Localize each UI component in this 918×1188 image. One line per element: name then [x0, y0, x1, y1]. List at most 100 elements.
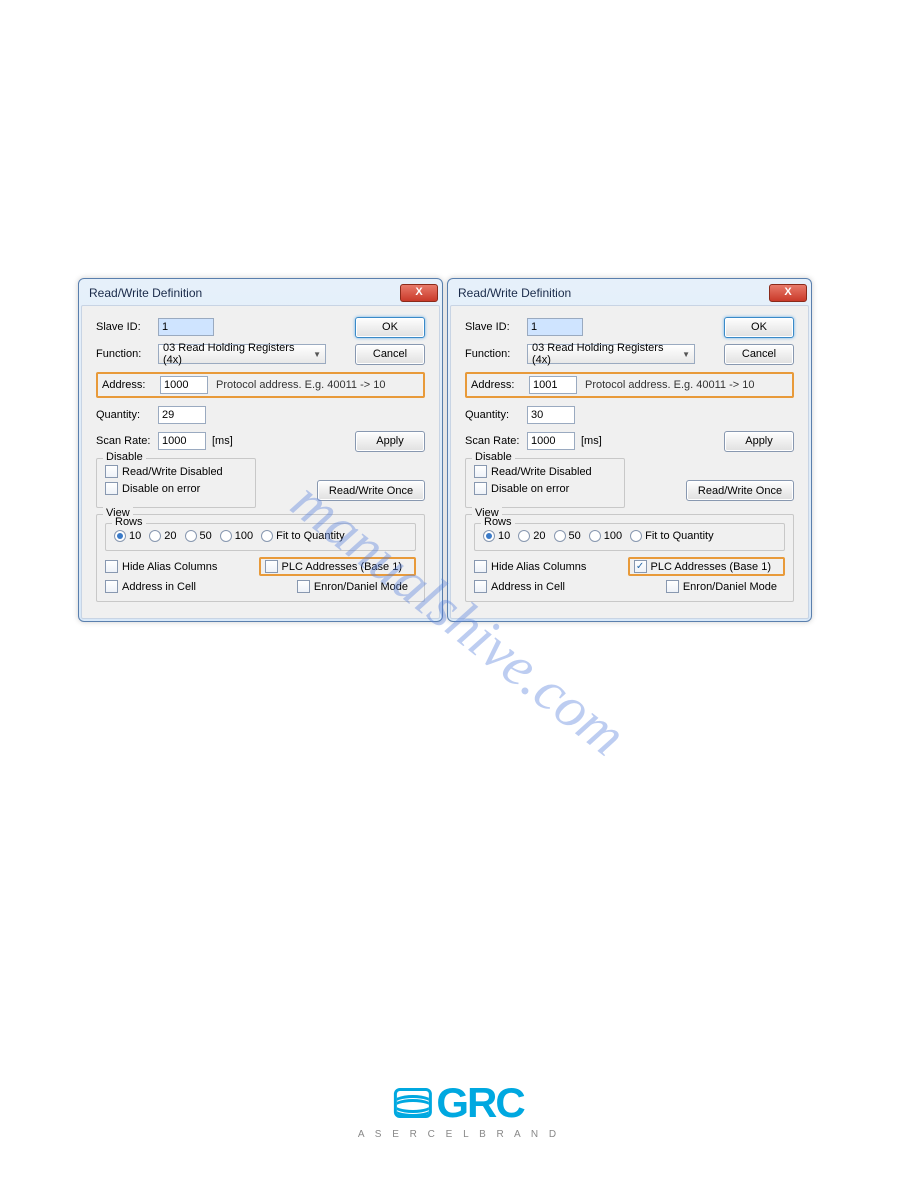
- scan-rate-input[interactable]: [527, 432, 575, 450]
- titlebar: Read/Write DefinitionX: [81, 281, 440, 305]
- checkbox-icon: [297, 580, 310, 593]
- rows-radio-100[interactable]: 100: [589, 530, 622, 542]
- quantity-label: Quantity:: [96, 409, 158, 421]
- disable-on-error-checkbox[interactable]: Disable on error: [105, 482, 239, 495]
- apply-button[interactable]: Apply: [724, 431, 794, 452]
- radio-icon: [483, 530, 495, 542]
- address-hint: Protocol address. E.g. 40011 -> 10: [216, 379, 386, 391]
- checkbox-label: Disable on error: [122, 483, 200, 495]
- address-input[interactable]: [160, 376, 208, 394]
- view-group: ViewRows102050100Fit to QuantityHide Ali…: [96, 514, 425, 602]
- radio-icon: [185, 530, 197, 542]
- enron-daniel-checkbox[interactable]: Enron/Daniel Mode: [666, 580, 777, 593]
- read-write-once-button[interactable]: Read/Write Once: [317, 480, 425, 501]
- checkbox-label: Read/Write Disabled: [491, 466, 592, 478]
- address-highlight: Address: Protocol address. E.g. 40011 -> …: [96, 372, 425, 398]
- dialog-read-write-definition: Read/Write DefinitionX Slave ID: OK Functio…: [78, 278, 443, 622]
- scan-rate-unit: [ms]: [212, 435, 233, 447]
- radio-label: 10: [498, 530, 510, 542]
- slave-id-input[interactable]: [158, 318, 214, 336]
- titlebar: Read/Write Definition X: [450, 281, 809, 305]
- scan-rate-label: Scan Rate:: [96, 435, 158, 447]
- read-write-disabled-checkbox[interactable]: Read/Write Disabled: [105, 465, 239, 478]
- rows-radio-10[interactable]: 10: [114, 530, 141, 542]
- plc-highlight: PLC Addresses (Base 1): [259, 557, 416, 576]
- rows-radio-20[interactable]: 20: [518, 530, 545, 542]
- address-in-cell-checkbox[interactable]: Address in Cell: [474, 580, 565, 593]
- disable-on-error-checkbox[interactable]: Disable on error: [474, 482, 608, 495]
- address-in-cell-checkbox[interactable]: Address in Cell: [105, 580, 196, 593]
- cancel-button[interactable]: Cancel: [355, 344, 425, 365]
- ok-button[interactable]: OK: [724, 317, 794, 338]
- radio-icon: [518, 530, 530, 542]
- rows-radio-20[interactable]: 20: [149, 530, 176, 542]
- rows-radio-50[interactable]: 50: [554, 530, 581, 542]
- radio-label: 100: [235, 530, 253, 542]
- checkbox-icon: [474, 482, 487, 495]
- address-input[interactable]: [529, 376, 577, 394]
- address-label: Address:: [102, 379, 160, 391]
- checkbox-icon: [105, 580, 118, 593]
- view-group: ViewRows102050100Fit to QuantityHide Ali…: [465, 514, 794, 602]
- slave-id-label: Slave ID:: [96, 321, 158, 333]
- logo-icon: [394, 1088, 432, 1118]
- radio-icon: [220, 530, 232, 542]
- radio-label: 10: [129, 530, 141, 542]
- brand-logo: GRC A S E R C E L B R A N D: [358, 1079, 560, 1140]
- scan-rate-input[interactable]: [158, 432, 206, 450]
- radio-label: 20: [533, 530, 545, 542]
- checkbox-icon: [105, 560, 118, 573]
- radio-icon: [261, 530, 273, 542]
- read-write-disabled-checkbox[interactable]: Read/Write Disabled: [474, 465, 608, 478]
- disable-group: DisableRead/Write DisabledDisable on err…: [465, 458, 625, 508]
- plc-addresses-checkbox[interactable]: ✓PLC Addresses (Base 1): [634, 560, 771, 573]
- radio-icon: [149, 530, 161, 542]
- rows-radio-10[interactable]: 10: [483, 530, 510, 542]
- rows-radio-100[interactable]: 100: [220, 530, 253, 542]
- rows-radio-fit-to-quantity[interactable]: Fit to Quantity: [630, 530, 713, 542]
- dialog-body: Slave ID: OK Function:03 Read Holding Regi…: [81, 305, 440, 619]
- checkbox-icon: [265, 560, 278, 573]
- dialog-read-write-definition: Read/Write DefinitionXSlave ID:OKFunctio…: [447, 278, 812, 622]
- close-icon[interactable]: X: [400, 284, 438, 302]
- slave-id-label: Slave ID:: [465, 321, 527, 333]
- enron-daniel-checkbox[interactable]: Enron/Daniel Mode: [297, 580, 408, 593]
- address-label: Address:: [471, 379, 529, 391]
- hide-alias-checkbox[interactable]: Hide Alias Columns: [105, 557, 217, 576]
- disable-group: DisableRead/Write DisabledDisable on err…: [96, 458, 256, 508]
- function-combo[interactable]: 03 Read Holding Registers (4x): [158, 344, 326, 364]
- checkbox-label: Enron/Daniel Mode: [314, 581, 408, 593]
- plc-highlight: ✓PLC Addresses (Base 1): [628, 557, 785, 576]
- checkbox-label: Hide Alias Columns: [122, 561, 217, 573]
- quantity-input[interactable]: [158, 406, 206, 424]
- logo-text: GRC: [436, 1079, 523, 1127]
- radio-label: 50: [569, 530, 581, 542]
- ok-button[interactable]: OK: [355, 317, 425, 338]
- checkbox-icon: [474, 560, 487, 573]
- checkbox-label: PLC Addresses (Base 1): [651, 561, 771, 573]
- cancel-button[interactable]: Cancel: [724, 344, 794, 365]
- rows-radio-fit-to-quantity[interactable]: Fit to Quantity: [261, 530, 344, 542]
- dialog-title: Read/Write Definition: [458, 286, 571, 300]
- logo-tagline: A S E R C E L B R A N D: [358, 1129, 560, 1140]
- quantity-label: Quantity:: [465, 409, 527, 421]
- checkbox-icon: [474, 580, 487, 593]
- checkbox-label: Disable on error: [491, 483, 569, 495]
- rows-group: Rows102050100Fit to Quantity: [474, 523, 785, 551]
- read-write-once-button[interactable]: Read/Write Once: [686, 480, 794, 501]
- function-combo[interactable]: 03 Read Holding Registers (4x): [527, 344, 695, 364]
- disable-legend: Disable: [103, 451, 146, 463]
- radio-icon: [114, 530, 126, 542]
- quantity-input[interactable]: [527, 406, 575, 424]
- address-hint: Protocol address. E.g. 40011 -> 10: [585, 379, 755, 391]
- rows-radio-50[interactable]: 50: [185, 530, 212, 542]
- plc-addresses-checkbox[interactable]: PLC Addresses (Base 1): [265, 560, 402, 573]
- checkbox-label: Read/Write Disabled: [122, 466, 223, 478]
- disable-legend: Disable: [472, 451, 515, 463]
- hide-alias-checkbox[interactable]: Hide Alias Columns: [474, 557, 586, 576]
- close-icon[interactable]: X: [769, 284, 807, 302]
- apply-button[interactable]: Apply: [355, 431, 425, 452]
- checkbox-icon: [105, 482, 118, 495]
- slave-id-input[interactable]: [527, 318, 583, 336]
- function-label: Function:: [96, 348, 158, 360]
